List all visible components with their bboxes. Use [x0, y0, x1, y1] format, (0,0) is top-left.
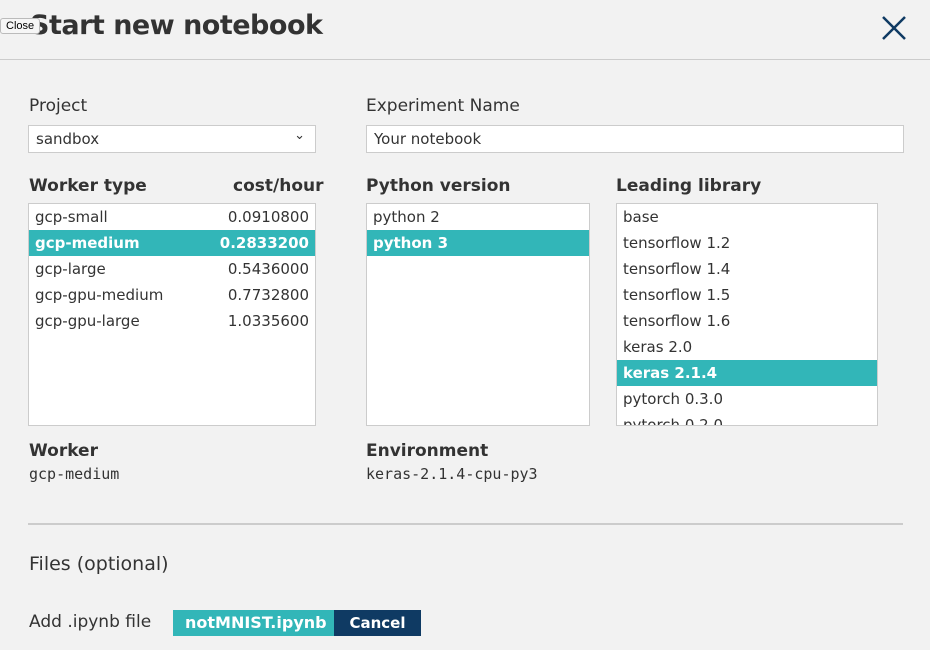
cancel-button[interactable]: Cancel [334, 610, 421, 636]
worker-name: gcp-medium [35, 234, 140, 252]
worker-name: gcp-gpu-medium [35, 286, 164, 304]
python-version-option[interactable]: python 2 [367, 204, 589, 230]
worker-label: Worker [29, 441, 98, 461]
worker-type-option[interactable]: gcp-gpu-medium 0.7732800 [29, 282, 315, 308]
modal-header: Start new notebook Close [0, 0, 930, 60]
worker-name: gcp-large [35, 260, 106, 278]
page-title: Start new notebook [30, 10, 323, 41]
library-text: tensorflow 1.6 [623, 312, 731, 330]
library-option[interactable]: tensorflow 1.5 [617, 282, 877, 308]
worker-name: gcp-small [35, 208, 108, 226]
add-ipynb-label: Add .ipynb file [29, 612, 152, 632]
worker-type-option[interactable]: gcp-gpu-large 1.0335600 [29, 308, 315, 334]
close-tooltip-button[interactable]: Close [0, 18, 41, 34]
worker-type-label: Worker type [29, 176, 147, 196]
chevron-down-icon: ⌄ [294, 128, 305, 143]
library-text: tensorflow 1.4 [623, 260, 731, 278]
worker-cost: 0.0910800 [227, 208, 309, 226]
python-version-list[interactable]: python 2 python 3 [366, 203, 590, 426]
library-option[interactable]: tensorflow 1.2 [617, 230, 877, 256]
library-option[interactable]: base [617, 204, 877, 230]
library-option[interactable]: tensorflow 1.4 [617, 256, 877, 282]
experiment-name-label: Experiment Name [366, 96, 520, 116]
library-text: tensorflow 1.2 [623, 234, 731, 252]
experiment-name-input[interactable]: Your notebook [366, 125, 904, 153]
worker-cost: 0.5436000 [227, 260, 309, 278]
worker-type-option[interactable]: gcp-small 0.0910800 [29, 204, 315, 230]
project-value: sandbox [36, 130, 100, 148]
close-icon[interactable] [880, 14, 908, 42]
worker-type-option[interactable]: gcp-large 0.5436000 [29, 256, 315, 282]
library-text: keras 2.0 [623, 338, 693, 356]
project-select[interactable]: sandbox ⌄ [28, 125, 316, 153]
files-label: Files (optional) [29, 553, 169, 575]
library-text: keras 2.1.4 [623, 364, 718, 382]
python-version-label: Python version [366, 176, 511, 196]
library-text: base [623, 208, 659, 226]
library-option[interactable]: keras 2.0 [617, 334, 877, 360]
library-text: pytorch 0.2.0 [623, 416, 723, 426]
worker-cost: 0.7732800 [227, 286, 309, 304]
worker-cost: 1.0335600 [227, 312, 309, 330]
worker-type-option[interactable]: gcp-medium 0.2833200 [29, 230, 315, 256]
file-name-button[interactable]: notMNIST.ipynb [173, 610, 339, 636]
worker-name: gcp-gpu-large [35, 312, 140, 330]
library-text: pytorch 0.3.0 [623, 390, 723, 408]
environment-value: keras-2.1.4-cpu-py3 [366, 465, 538, 483]
cost-hour-label: cost/hour [233, 176, 324, 196]
library-option[interactable]: pytorch 0.2.0 [617, 412, 877, 426]
library-option[interactable]: keras 2.1.4 [617, 360, 877, 386]
python-version-option[interactable]: python 3 [367, 230, 589, 256]
library-text: tensorflow 1.5 [623, 286, 731, 304]
worker-value: gcp-medium [29, 465, 120, 483]
leading-library-label: Leading library [616, 176, 762, 196]
worker-cost: 0.2833200 [219, 234, 309, 252]
worker-type-list[interactable]: gcp-small 0.0910800 gcp-medium 0.2833200 gcp… [28, 203, 316, 426]
python-version-text: python 3 [373, 234, 449, 252]
python-version-text: python 2 [373, 208, 440, 226]
environment-label: Environment [366, 441, 489, 461]
divider [28, 523, 903, 525]
leading-library-list[interactable]: base tensorflow 1.2 tensorflow 1.4 tensorfl… [616, 203, 878, 426]
project-label: Project [29, 96, 88, 116]
library-option[interactable]: tensorflow 1.6 [617, 308, 877, 334]
library-option[interactable]: pytorch 0.3.0 [617, 386, 877, 412]
